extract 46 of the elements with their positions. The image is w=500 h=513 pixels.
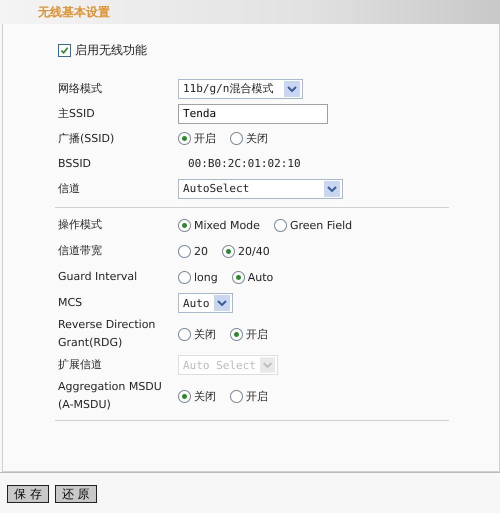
radio-label: Auto xyxy=(248,270,274,284)
radio-label: Green Field xyxy=(290,218,352,232)
radio-button[interactable] xyxy=(230,132,243,145)
field-label: 扩展信道 xyxy=(58,357,103,373)
radio-label: 20/40 xyxy=(238,244,270,258)
radio-label: 关闭 xyxy=(246,131,268,146)
dropdown[interactable]: Auto xyxy=(178,293,232,313)
field-label: MCS xyxy=(58,295,84,311)
dropdown[interactable]: 11b/g/n混合模式 xyxy=(178,78,303,98)
field-label: 广播(SSID) xyxy=(58,130,116,146)
radio-label: 关闭 xyxy=(194,326,216,342)
radio-button[interactable] xyxy=(178,390,191,402)
radio-button[interactable] xyxy=(178,218,191,232)
radio-button[interactable] xyxy=(178,328,191,340)
checkbox-label: 启用无线功能 xyxy=(75,42,147,58)
radio-button[interactable] xyxy=(274,218,287,232)
field-label: 网络模式 xyxy=(58,80,103,96)
field-label: 操作模式 xyxy=(58,217,103,233)
field-label: 主SSID xyxy=(58,106,96,122)
radio-label: 关闭 xyxy=(194,388,216,404)
field-label: Guard Interval xyxy=(58,269,138,285)
dropdown[interactable]: AutoSelect xyxy=(178,178,343,198)
form-button[interactable]: 还 原 xyxy=(54,485,97,503)
form-button[interactable]: 保 存 xyxy=(7,485,49,503)
field-label: 信道带宽 xyxy=(58,243,103,259)
radio-label: Mixed Mode xyxy=(194,218,260,232)
radio-label: long xyxy=(194,270,218,284)
radio-button[interactable] xyxy=(178,270,191,284)
radio-button[interactable] xyxy=(178,244,191,258)
checkbox[interactable] xyxy=(58,44,71,56)
radio-button[interactable] xyxy=(222,244,235,258)
radio-button[interactable] xyxy=(230,390,243,402)
radio-button[interactable] xyxy=(232,270,245,284)
radio-button[interactable] xyxy=(178,132,191,145)
radio-label: 开启 xyxy=(246,326,268,342)
radio-button[interactable] xyxy=(230,328,243,340)
bssid-value: 00:B0:2C:01:02:10 xyxy=(188,157,301,170)
field-label: Reverse Direction Grant(RDG) xyxy=(58,317,156,351)
radio-label: 20 xyxy=(194,244,208,258)
field-label: Aggregation MSDU (A-MSDU) xyxy=(58,379,163,413)
ssid-input[interactable]: Tenda xyxy=(178,104,328,124)
radio-label: 开启 xyxy=(194,131,216,146)
page-title: 无线基本设置 xyxy=(38,4,110,20)
field-label: 信道 xyxy=(58,180,81,196)
radio-label: 开启 xyxy=(246,388,268,404)
field-label: BSSID xyxy=(58,156,92,172)
